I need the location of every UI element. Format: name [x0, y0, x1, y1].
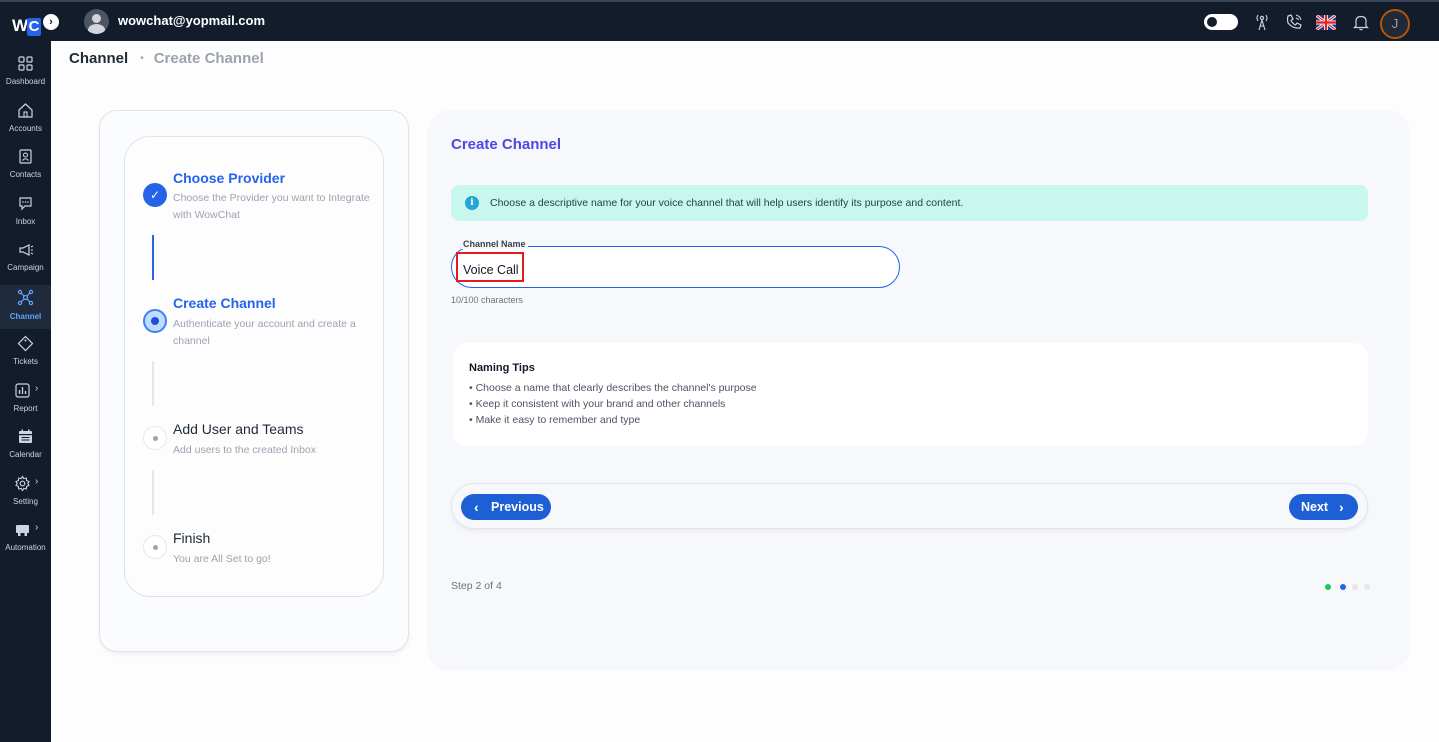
- progress-dot-complete: [1325, 584, 1331, 590]
- sidebar-item-label: Contacts: [9, 170, 42, 179]
- profile-avatar[interactable]: J: [1380, 9, 1410, 39]
- naming-tips-card: Naming Tips • Choose a name that clearly…: [453, 343, 1368, 446]
- user-email: wowchat@yopmail.com: [118, 13, 266, 28]
- tip-item: • Choose a name that clearly describes t…: [469, 382, 757, 394]
- naming-tips-title: Naming Tips: [469, 362, 535, 374]
- sidebar-item-tickets[interactable]: Tickets: [0, 335, 51, 379]
- dashboard-icon: [18, 56, 33, 71]
- sidebar-item-label: Channel: [9, 312, 42, 321]
- bar-chart-icon: [15, 383, 30, 398]
- sidebar-item-label: Accounts: [9, 124, 42, 133]
- step-description: Add users to the created Inbox: [173, 444, 317, 456]
- sidebar-item-automation[interactable]: › Automation: [0, 521, 51, 565]
- channel-name-label: Channel Name: [461, 239, 528, 249]
- megaphone-icon: [19, 244, 34, 256]
- breadcrumb-create-channel: Create Channel: [153, 50, 264, 67]
- home-icon: [18, 103, 33, 118]
- logo-letter-w: W: [12, 16, 28, 35]
- character-count: 10/100 characters: [451, 295, 524, 305]
- top-bar: W C › wowchat@yopmail.com J: [0, 0, 1439, 41]
- sidebar-item-contacts[interactable]: Contacts: [0, 148, 51, 192]
- sidebar-item-calendar[interactable]: Calendar: [0, 428, 51, 472]
- channel-name-field[interactable]: Channel Name: [451, 239, 900, 288]
- sidebar-item-label: Setting: [13, 497, 38, 506]
- progress-dot-current: [1340, 584, 1346, 590]
- sidebar-item-accounts[interactable]: Accounts: [0, 102, 51, 146]
- gear-icon: [15, 475, 30, 492]
- channel-name-input[interactable]: [456, 252, 524, 282]
- contact-card-icon: [19, 149, 32, 164]
- breadcrumb-separator: •: [140, 53, 144, 64]
- step-title[interactable]: Finish: [173, 530, 210, 546]
- chevron-left-icon: ‹: [474, 499, 479, 515]
- previous-button-label: Previous: [491, 500, 544, 514]
- previous-button[interactable]: ‹ Previous: [461, 494, 551, 520]
- info-banner: i Choose a descriptive name for your voi…: [451, 185, 1368, 221]
- step-complete-check-icon: ✓: [143, 183, 167, 207]
- tip-item: • Make it easy to remember and type: [469, 414, 641, 426]
- sidebar-item-setting[interactable]: › Setting: [0, 475, 51, 519]
- tip-item: • Keep it consistent with your brand and…: [469, 398, 726, 410]
- sidebar-item-label: Tickets: [12, 357, 39, 366]
- form-title: Create Channel: [451, 136, 562, 153]
- step-connector: [152, 470, 154, 515]
- stepper-card: ✓ Choose Provider Choose the Provider yo…: [124, 136, 384, 597]
- chat-bubble-icon: [19, 197, 32, 211]
- phone-call-icon[interactable]: [1284, 12, 1304, 32]
- progress-dot-pending: [1352, 584, 1358, 590]
- wizard-navigation: ‹ Previous Next ›: [451, 483, 1368, 529]
- step-description: Authenticate your account and create a c…: [173, 318, 356, 347]
- sidebar-item-dashboard[interactable]: Dashboard: [0, 55, 51, 99]
- calendar-icon: [19, 429, 32, 443]
- step-current-indicator: [143, 309, 167, 333]
- sidebar-item-report[interactable]: › Report: [0, 382, 51, 426]
- ticket-tag-icon: [17, 335, 34, 352]
- step-title[interactable]: Add User and Teams: [173, 421, 303, 437]
- step-pending-indicator: [143, 426, 167, 450]
- sidebar-item-label: Dashboard: [5, 77, 46, 86]
- step-counter: Step 2 of 4: [451, 580, 502, 592]
- step-description: You are All Set to go!: [173, 553, 271, 565]
- theme-toggle[interactable]: [1204, 14, 1238, 30]
- sidebar-expand-icon[interactable]: ›: [43, 14, 59, 30]
- info-text: Choose a descriptive name for your voice…: [490, 197, 964, 209]
- sidebar-item-label: Report: [13, 404, 38, 413]
- signal-tower-icon[interactable]: [1252, 12, 1272, 32]
- breadcrumb: Channel • Create Channel: [69, 50, 264, 67]
- sidebar: Dashboard Accounts Contacts Inbox Campai…: [0, 41, 51, 742]
- sidebar-item-campaign[interactable]: Campaign: [0, 241, 51, 285]
- sidebar-item-label: Campaign: [7, 263, 44, 272]
- stepper-panel: ✓ Choose Provider Choose the Provider yo…: [99, 110, 409, 652]
- language-flag-uk-icon[interactable]: [1316, 15, 1336, 30]
- next-button[interactable]: Next ›: [1289, 494, 1358, 520]
- chevron-right-icon: ›: [35, 476, 39, 487]
- notification-bell-icon[interactable]: [1351, 12, 1371, 32]
- step-title[interactable]: Create Channel: [173, 295, 276, 311]
- progress-dot-pending: [1364, 584, 1370, 590]
- step-connector: [152, 361, 154, 406]
- sidebar-item-label: Inbox: [15, 217, 36, 226]
- chevron-right-icon: ›: [1339, 499, 1344, 515]
- step-description: Choose the Provider you want to Integrat…: [173, 192, 370, 221]
- step-pending-indicator: [143, 535, 167, 559]
- main-content: Channel • Create Channel ✓ Choose Provider…: [51, 41, 1439, 742]
- create-channel-form: Create Channel i Choose a descriptive na…: [427, 110, 1410, 671]
- step-connector: [152, 235, 154, 280]
- logo-letter-c: C: [27, 18, 41, 36]
- chevron-right-icon: ›: [35, 522, 39, 533]
- network-icon: [17, 289, 34, 306]
- chevron-right-icon: ›: [35, 383, 39, 394]
- step-title[interactable]: Choose Provider: [173, 170, 285, 186]
- sidebar-item-channel[interactable]: Channel: [0, 285, 51, 329]
- breadcrumb-channel[interactable]: Channel: [69, 50, 128, 67]
- info-icon: i: [465, 196, 479, 210]
- automation-truck-icon: [16, 525, 29, 536]
- sidebar-item-label: Automation: [5, 543, 46, 552]
- sidebar-item-inbox[interactable]: Inbox: [0, 195, 51, 239]
- sidebar-item-label: Calendar: [9, 450, 42, 459]
- user-avatar[interactable]: [84, 9, 109, 34]
- next-button-label: Next: [1301, 500, 1329, 514]
